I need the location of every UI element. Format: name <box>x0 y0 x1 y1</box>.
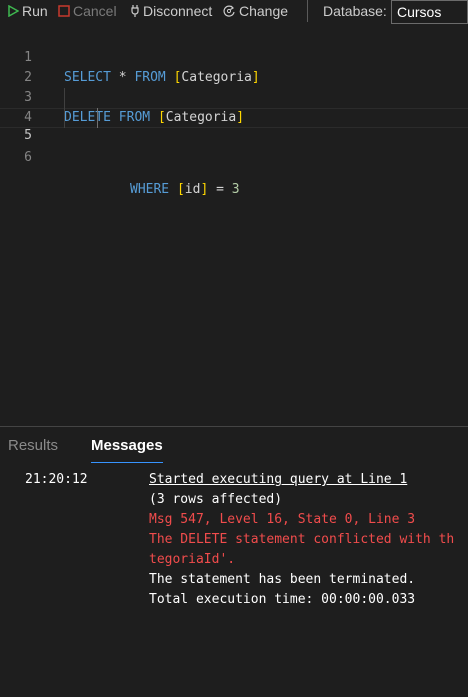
change-label: Change <box>239 3 289 19</box>
disconnect-label: Disconnect <box>143 3 213 19</box>
bracket: ] <box>200 182 209 197</box>
toolbar-divider <box>307 0 308 22</box>
indent-guide <box>64 108 65 128</box>
code-line: 1 SELECT * FROM [Categoria] <box>0 28 468 85</box>
message-error-line: The DELETE statement conflicted with th <box>149 532 455 547</box>
code-line-current: 5 WHERE [id] = 3 <box>0 108 468 197</box>
message-start-link[interactable]: Started executing query at Line 1 <box>149 470 407 490</box>
cancel-label: Cancel <box>73 3 117 19</box>
plug-icon <box>131 5 139 17</box>
query-toolbar: Run Cancel Disconnect Change Database: C… <box>0 0 468 24</box>
code-text: WHERE [id] = 3 <box>130 181 240 199</box>
message-line: (3 rows affected) <box>149 492 283 507</box>
identifier: id <box>184 182 201 197</box>
run-label: Run <box>22 3 48 19</box>
tab-messages[interactable]: Messages <box>91 437 163 454</box>
database-select[interactable]: Cursos <box>391 0 468 24</box>
disconnect-button[interactable]: Disconnect <box>130 0 212 22</box>
indent-guide <box>64 88 65 108</box>
code-line: 3 DELETE FROM [Categoria] <box>0 68 468 125</box>
tab-results[interactable]: Results <box>8 437 58 454</box>
code-line: 2 <box>0 48 468 85</box>
cancel-button[interactable]: Cancel <box>58 0 117 22</box>
bracket: [ <box>176 182 185 197</box>
line-number: 6 <box>24 150 32 165</box>
indent-guide <box>97 108 98 128</box>
code-line: 6 <box>0 128 468 165</box>
stop-icon <box>58 5 70 17</box>
active-tab-indicator <box>91 462 163 463</box>
message-line: Total execution time: 00:00:00.033 <box>149 592 416 607</box>
code-line: 4 <box>0 88 468 125</box>
number-literal: 3 <box>231 182 240 197</box>
message-error-line: Msg 547, Level 16, State 0, Line 3 <box>149 512 416 527</box>
operator: = <box>216 182 224 197</box>
keyword: WHERE <box>130 182 170 197</box>
run-button[interactable]: Run <box>8 0 48 22</box>
change-connection-button[interactable]: Change <box>222 0 288 22</box>
message-error-line: tegoriaId'. <box>149 552 236 567</box>
database-label: Database: <box>323 3 387 19</box>
message-timestamp: 21:20:12 <box>25 472 88 487</box>
change-connection-icon <box>223 5 235 17</box>
message-line: The statement has been terminated. <box>149 572 416 587</box>
play-icon <box>8 5 19 17</box>
sql-editor[interactable]: 1 SELECT * FROM [Categoria] 2 3 DELETE F… <box>0 28 468 426</box>
results-panel: Results Messages 21:20:12 Started execut… <box>0 427 468 697</box>
